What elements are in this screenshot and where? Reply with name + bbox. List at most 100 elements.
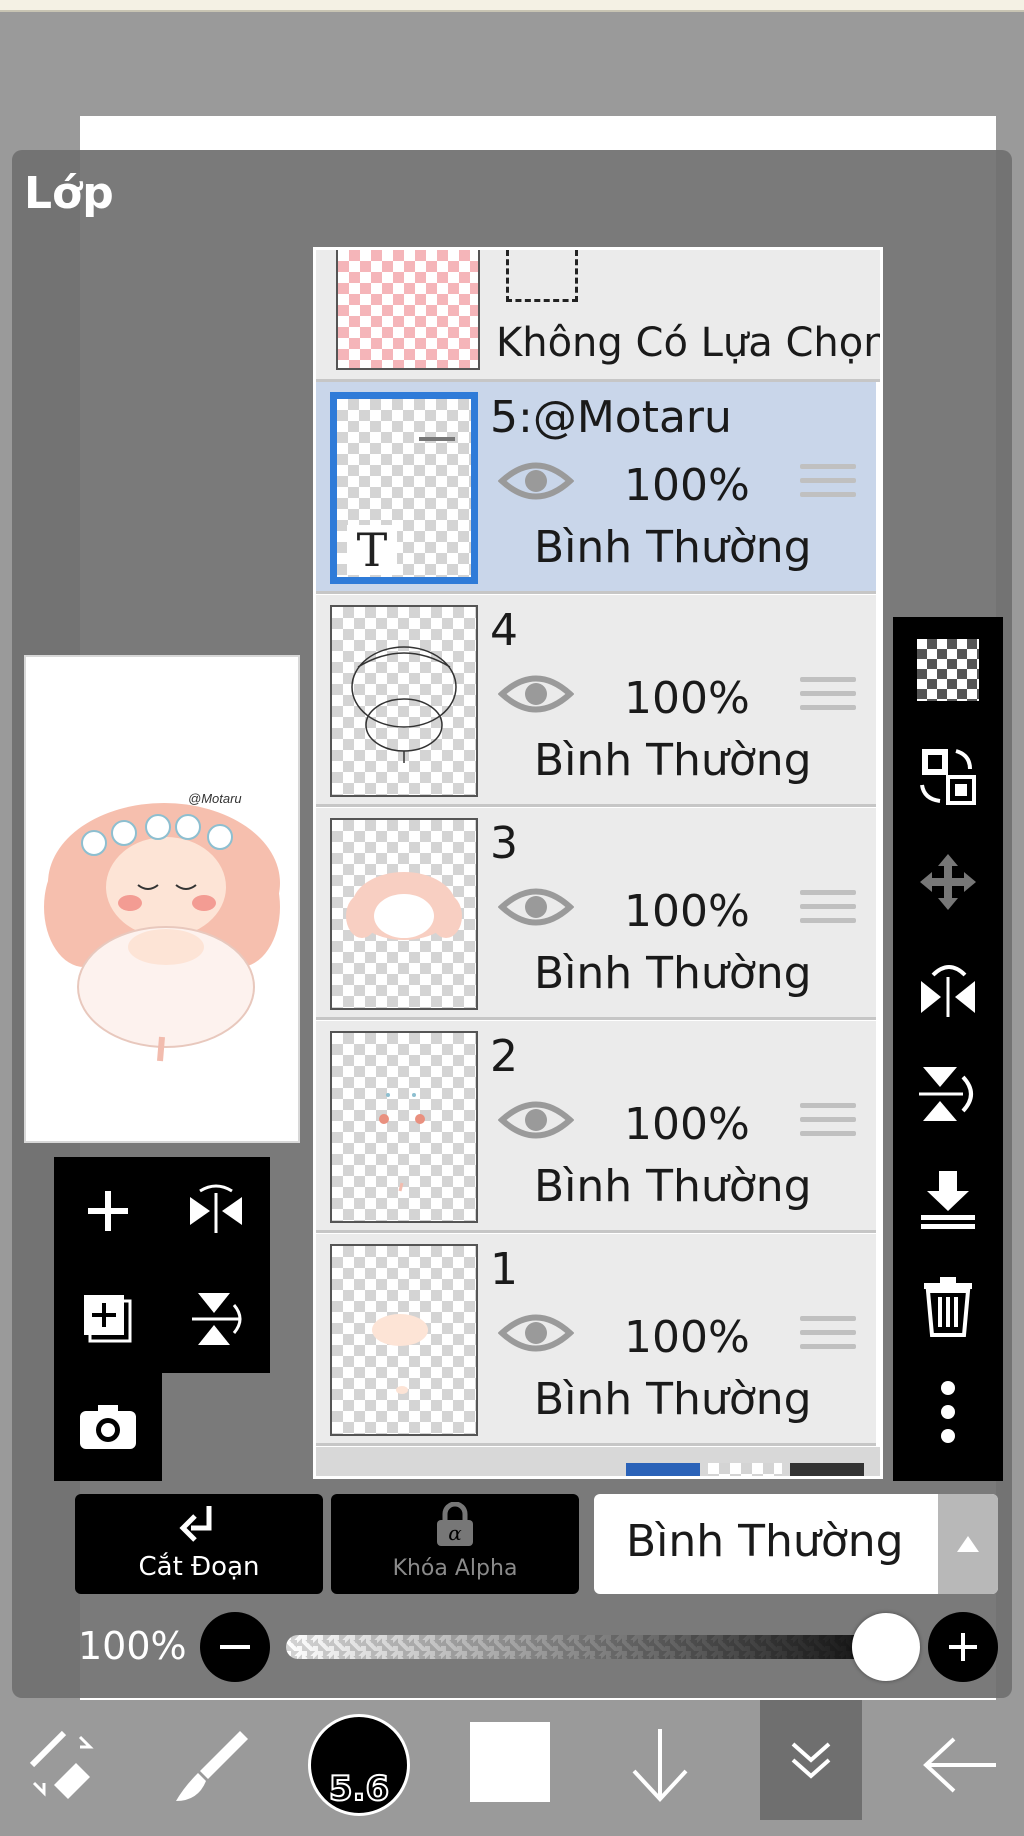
plus-icon xyxy=(949,1633,977,1661)
status-strip xyxy=(0,0,1024,12)
hair-color-preview xyxy=(346,872,462,940)
camera-button[interactable] xyxy=(54,1373,162,1481)
layer-thumbnail-text-mark xyxy=(419,437,455,441)
arrow-left-icon xyxy=(923,1737,996,1793)
text-layer-badge: T xyxy=(347,525,397,575)
layer-thumbnail: T xyxy=(330,392,478,584)
add-layer-button[interactable] xyxy=(54,1157,162,1265)
clip-arrow-icon xyxy=(179,1506,212,1542)
flip-horizontal-button[interactable] xyxy=(893,935,1003,1041)
arrow-down-icon xyxy=(632,1729,688,1802)
more-options-button[interactable] xyxy=(893,1359,1003,1465)
layer-opacity: 100% xyxy=(624,460,750,511)
layer-row-5[interactable]: T 5:@Motaru 100% Bình Thường xyxy=(316,382,876,594)
selection-label: Không Có Lựa Chọn xyxy=(496,320,883,366)
layer-opacity: 100% xyxy=(624,1312,750,1363)
move-down-button[interactable] xyxy=(610,1710,710,1820)
layers-toggle-button[interactable] xyxy=(760,1700,862,1820)
flip-horizontal-icon xyxy=(921,965,975,1017)
canvas-preview[interactable]: @Motaru xyxy=(24,655,300,1143)
flip-vertical-icon xyxy=(192,1293,242,1345)
layer-thumbnail xyxy=(330,605,478,797)
minus-icon xyxy=(220,1645,250,1649)
layer-blend-mode: Bình Thường xyxy=(534,1161,812,1212)
alpha-lock-label: Khóa Alpha xyxy=(392,1556,518,1581)
brush-size-value: 5.6 xyxy=(328,1768,390,1810)
swap-icon xyxy=(920,749,976,805)
layer-blend-mode: Bình Thường xyxy=(534,1374,812,1425)
bg-swatch-dark xyxy=(790,1463,864,1476)
panel-title: Lớp xyxy=(24,168,114,219)
drag-handle-icon[interactable] xyxy=(800,1103,856,1147)
opacity-slider-track[interactable] xyxy=(286,1635,920,1659)
drag-handle-icon[interactable] xyxy=(800,890,856,934)
lineart-preview xyxy=(351,646,457,763)
blend-mode-select[interactable]: Bình Thường xyxy=(594,1494,998,1594)
flip-horizontal-layer-button[interactable] xyxy=(162,1157,270,1265)
swap-layer-button[interactable] xyxy=(893,723,1003,829)
back-button[interactable] xyxy=(910,1710,1010,1820)
layer-name: 5:@Motaru xyxy=(490,392,732,443)
alpha-lock-button[interactable]: α Khóa Alpha xyxy=(331,1494,579,1594)
eye-icon[interactable] xyxy=(498,1095,574,1145)
clip-button[interactable]: Cắt Đoạn xyxy=(75,1494,323,1594)
drag-handle-icon[interactable] xyxy=(800,1316,856,1360)
selection-row[interactable]: Không Có Lựa Chọn xyxy=(316,250,880,382)
delete-layer-button[interactable] xyxy=(893,1253,1003,1359)
plus-icon xyxy=(88,1191,128,1231)
layer-row-4[interactable]: 4 100% Bình Thường xyxy=(316,595,876,807)
duplicate-icon xyxy=(84,1295,132,1343)
transform-tool-button[interactable] xyxy=(14,1710,114,1820)
eye-icon[interactable] xyxy=(498,1308,574,1358)
merge-down-icon xyxy=(921,1171,975,1229)
layer-blend-mode: Bình Thường xyxy=(534,735,812,786)
layer-thumbnail xyxy=(330,818,478,1010)
eye-icon[interactable] xyxy=(498,882,574,932)
bg-swatch-blue xyxy=(626,1463,700,1476)
flip-vertical-button[interactable] xyxy=(893,1041,1003,1147)
brush-tool-button[interactable] xyxy=(160,1710,260,1820)
merge-down-button[interactable] xyxy=(893,1147,1003,1253)
svg-text:α: α xyxy=(448,1521,462,1545)
color-swatch-button[interactable] xyxy=(470,1722,550,1802)
layer-name: 2 xyxy=(490,1031,518,1082)
layer-blend-mode: Bình Thường xyxy=(534,522,812,573)
eye-icon[interactable] xyxy=(498,456,574,506)
opacity-decrease-button[interactable] xyxy=(200,1612,270,1682)
bg-swatch-transparent xyxy=(708,1463,782,1476)
opacity-slider-thumb[interactable] xyxy=(852,1613,920,1681)
background-row[interactable] xyxy=(316,1447,880,1476)
triangle-up-icon xyxy=(957,1536,979,1552)
more-vertical-icon xyxy=(941,1381,955,1443)
layer-name: 3 xyxy=(490,818,518,869)
select-transform-icon xyxy=(29,1730,94,1799)
layer-row-1[interactable]: 1 100% Bình Thường xyxy=(316,1234,876,1446)
layer-name: 1 xyxy=(490,1244,518,1295)
drag-handle-icon[interactable] xyxy=(800,677,856,721)
layer-thumbnail xyxy=(330,1244,478,1436)
selection-thumbnail xyxy=(336,250,480,370)
checkerboard-icon xyxy=(917,639,979,701)
flip-horizontal-icon xyxy=(190,1184,242,1233)
drag-handle-icon[interactable] xyxy=(800,464,856,508)
brush-size-button[interactable]: 5.6 xyxy=(308,1714,410,1816)
blend-mode-value: Bình Thường xyxy=(626,1516,904,1567)
layer-row-3[interactable]: 3 100% Bình Thường xyxy=(316,808,876,1020)
blend-mode-dropdown-toggle[interactable] xyxy=(938,1494,998,1594)
duplicate-layer-button[interactable] xyxy=(54,1265,162,1373)
brush-icon xyxy=(176,1731,248,1801)
flip-vertical-layer-button[interactable] xyxy=(162,1265,270,1373)
move-layer-button[interactable] xyxy=(893,829,1003,935)
layer-blend-mode: Bình Thường xyxy=(534,948,812,999)
opacity-increase-button[interactable] xyxy=(928,1612,998,1682)
layer-row-2[interactable]: 2 100% Bình Thường xyxy=(316,1021,876,1233)
skin-preview xyxy=(372,1314,428,1394)
move-icon xyxy=(920,854,976,910)
layer-opacity: 100% xyxy=(624,1099,750,1150)
layer-opacity: 100% xyxy=(624,673,750,724)
transparent-fill-button[interactable] xyxy=(893,617,1003,723)
layer-list: Không Có Lựa Chọn T 5:@Motaru 100% Bình … xyxy=(313,247,883,1479)
opacity-label: 100% xyxy=(78,1624,187,1668)
flip-vertical-icon xyxy=(919,1067,973,1121)
eye-icon[interactable] xyxy=(498,669,574,719)
